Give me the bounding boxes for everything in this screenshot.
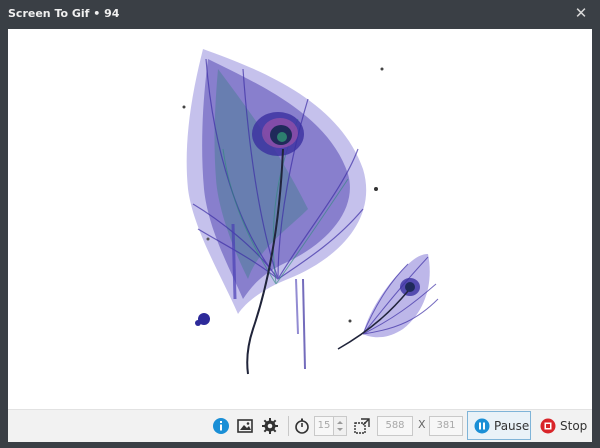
peacock-feather-artwork: [182, 49, 439, 375]
capture-area: [8, 29, 592, 409]
title-bar[interactable]: Screen To Gif • 94 ✕: [0, 0, 600, 28]
resize-icon: [354, 418, 370, 434]
info-button[interactable]: [210, 415, 232, 437]
small-feather: [337, 254, 439, 350]
width-field[interactable]: 588: [377, 416, 413, 436]
stop-label: Stop: [560, 418, 588, 433]
pause-label: Pause: [494, 418, 530, 433]
stopwatch-icon: [295, 418, 309, 434]
toolbar: 15 588 X 381 Pause Stop: [8, 409, 592, 442]
image-icon: [237, 419, 253, 433]
chevron-down-icon[interactable]: [337, 428, 343, 431]
close-icon: ✕: [574, 4, 588, 22]
size-button[interactable]: [351, 415, 373, 437]
gear-icon: [262, 418, 278, 434]
large-feather: [182, 49, 384, 375]
stop-icon: [540, 418, 556, 433]
window-title: Screen To Gif • 94: [8, 7, 120, 20]
timer-button[interactable]: [291, 415, 313, 437]
dimension-separator: X: [418, 418, 426, 431]
height-field[interactable]: 381: [429, 416, 463, 436]
toolbar-separator: [288, 416, 289, 436]
image-button[interactable]: [234, 415, 256, 437]
pause-button[interactable]: Pause: [467, 411, 531, 440]
settings-button[interactable]: [259, 415, 281, 437]
pause-icon: [474, 418, 490, 433]
stop-button[interactable]: Stop: [538, 411, 590, 440]
fps-field[interactable]: 15: [314, 416, 334, 436]
chevron-up-icon[interactable]: [337, 421, 343, 424]
info-icon: [213, 418, 229, 434]
close-button[interactable]: ✕: [572, 4, 590, 22]
app-window: Screen To Gif • 94 ✕ 15 588 X 381 Pause …: [0, 0, 600, 448]
fps-stepper[interactable]: [334, 416, 347, 436]
